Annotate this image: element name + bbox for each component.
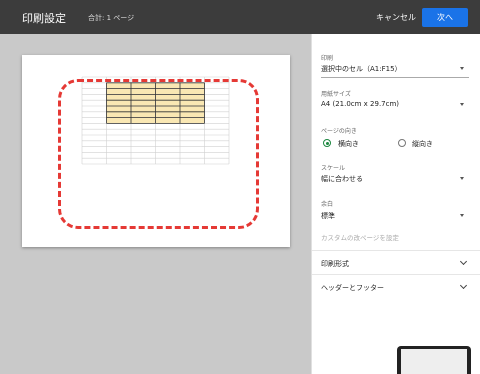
print-range-label: 印刷 (321, 55, 334, 62)
scale-chevron-down-icon (460, 177, 464, 180)
portrait-radio[interactable] (398, 139, 406, 147)
paper-size-chevron-down-icon (460, 103, 464, 106)
cancel-button[interactable]: キャンセル (376, 12, 416, 23)
section-label: 印刷形式 (321, 260, 349, 268)
landscape-label: 横向き (338, 140, 359, 148)
thumbnail-image (397, 346, 471, 374)
print-range-select[interactable]: 選択中のセル（A1:F15） (321, 64, 402, 74)
thumbnail-screen (401, 349, 467, 374)
paper-size-select[interactable]: A4 (21.0cm x 29.7cm) (321, 100, 399, 108)
landscape-radio[interactable] (323, 139, 331, 147)
print-preview (0, 34, 311, 374)
margins-select[interactable]: 標準 (321, 211, 335, 221)
header-footer-section[interactable]: ヘッダーとフッター (312, 274, 480, 298)
page-count: 合計: 1 ページ (88, 14, 135, 22)
scale-label: スケール (321, 165, 346, 172)
chevron-down-icon (459, 281, 468, 290)
section-label: ヘッダーとフッター (321, 284, 384, 292)
next-button[interactable]: 次へ (422, 8, 468, 27)
selection-outline (58, 79, 259, 229)
settings-panel: 印刷 選択中のセル（A1:F15） 用紙サイズ A4 (21.0cm x 29.… (311, 34, 480, 374)
paper-size-label: 用紙サイズ (321, 91, 351, 98)
print-format-section[interactable]: 印刷形式 (312, 250, 480, 274)
page-title: 印刷設定 (22, 12, 66, 25)
scale-select[interactable]: 幅に合わせる (321, 174, 363, 184)
orientation-label: ページの向き (321, 128, 357, 135)
portrait-label: 縦向き (412, 140, 433, 148)
chevron-down-icon (459, 257, 468, 266)
margins-chevron-down-icon (460, 214, 464, 217)
header-bar: 印刷設定 合計: 1 ページ キャンセル 次へ (0, 0, 480, 34)
custom-page-breaks-link[interactable]: カスタムの改ページを設定 (321, 232, 399, 242)
margins-label: 余白 (321, 201, 334, 208)
divider (321, 77, 469, 78)
print-range-chevron-down-icon (460, 67, 464, 70)
